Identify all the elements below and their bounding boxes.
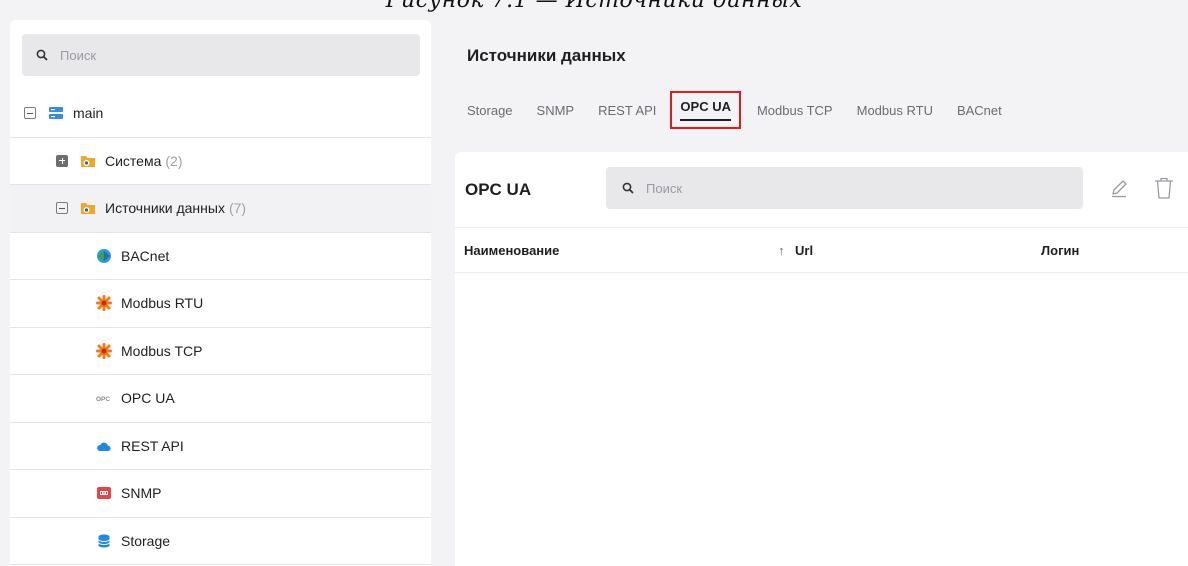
tab-modbus-tcp[interactable]: Modbus TCP bbox=[757, 93, 833, 133]
figure-caption: Рисунок 7.1 — Источники данных bbox=[385, 0, 803, 13]
tab-opc-ua[interactable]: OPC UA bbox=[670, 91, 741, 129]
column-login[interactable]: Логин bbox=[1041, 243, 1079, 258]
column-name[interactable]: Наименование bbox=[464, 243, 559, 258]
tab-bar: Storage SNMP REST API OPC UA Modbus TCP … bbox=[467, 91, 1026, 133]
collapse-toggle[interactable] bbox=[56, 202, 68, 215]
table-header: Наименование ↑ Url Логин bbox=[455, 227, 1188, 273]
tree-label: SNMP bbox=[121, 485, 162, 502]
edit-icon[interactable] bbox=[1109, 178, 1129, 198]
folder-gear-icon bbox=[80, 153, 96, 169]
tree-node-main[interactable]: main bbox=[10, 90, 431, 138]
tree-count: (2) bbox=[165, 152, 183, 169]
tree: main Система (2) Источники данных (7) BA… bbox=[10, 90, 431, 565]
tree-node-opc-ua[interactable]: OPC OPC UA bbox=[10, 375, 431, 423]
tab-storage[interactable]: Storage bbox=[467, 93, 513, 133]
folder-gear-icon bbox=[80, 200, 96, 216]
modbus-icon bbox=[96, 342, 112, 359]
search-placeholder: Поиск bbox=[646, 180, 683, 196]
tree-node-rest-api[interactable]: REST API bbox=[10, 423, 431, 470]
tab-rest-api[interactable]: REST API bbox=[598, 93, 656, 133]
tree-label: Modbus RTU bbox=[121, 295, 204, 312]
sidebar-search-input[interactable]: Поиск bbox=[22, 34, 420, 76]
server-icon bbox=[48, 105, 64, 121]
tree-node-storage[interactable]: Storage bbox=[10, 518, 431, 565]
tree-node-bacnet[interactable]: BACnet bbox=[10, 233, 431, 280]
panel-title: OPC UA bbox=[465, 180, 532, 199]
tree-label: main bbox=[73, 105, 104, 122]
tree-node-modbus-rtu[interactable]: Modbus RTU bbox=[10, 280, 431, 328]
tab-bacnet[interactable]: BACnet bbox=[957, 93, 1002, 133]
tree-label: Storage bbox=[121, 532, 171, 549]
collapse-toggle[interactable] bbox=[24, 107, 36, 120]
tree-node-system[interactable]: Система (2) bbox=[10, 138, 431, 185]
column-url[interactable]: Url bbox=[795, 243, 813, 258]
sidebar: Поиск main Система (2) Источники данных … bbox=[10, 20, 431, 566]
sort-asc-icon[interactable]: ↑ bbox=[778, 243, 785, 258]
tree-label: Modbus TCP bbox=[121, 342, 203, 359]
delete-icon[interactable] bbox=[1153, 176, 1175, 200]
tree-label: Система bbox=[105, 152, 162, 169]
tree-label: BACnet bbox=[121, 247, 170, 264]
tree-label: REST API bbox=[121, 437, 184, 454]
search-icon bbox=[36, 49, 48, 61]
modbus-icon bbox=[96, 295, 112, 312]
tree-label: OPC UA bbox=[121, 390, 175, 407]
network-card-icon bbox=[96, 485, 112, 501]
tab-snmp[interactable]: SNMP bbox=[537, 93, 575, 133]
opc-ua-panel: OPC UA Поиск Наименование ↑ Url Логин bbox=[455, 152, 1188, 566]
search-placeholder: Поиск bbox=[60, 47, 97, 63]
tree-node-snmp[interactable]: SNMP bbox=[10, 470, 431, 518]
search-icon bbox=[622, 182, 634, 194]
opc-icon: OPC bbox=[96, 390, 112, 406]
expand-toggle[interactable] bbox=[56, 154, 68, 167]
panel-search-input[interactable]: Поиск bbox=[606, 167, 1083, 209]
tab-modbus-rtu[interactable]: Modbus RTU bbox=[857, 93, 933, 133]
bacnet-icon bbox=[96, 248, 112, 264]
cloud-icon bbox=[96, 438, 112, 454]
database-icon bbox=[96, 533, 112, 549]
page-title: Источники данных bbox=[467, 46, 626, 65]
tree-count: (7) bbox=[228, 200, 247, 217]
tree-label: Источники данных bbox=[105, 200, 225, 217]
svg-text:OPC: OPC bbox=[96, 396, 110, 403]
tree-node-data-sources[interactable]: Источники данных (7) bbox=[10, 185, 431, 233]
tree-node-modbus-tcp[interactable]: Modbus TCP bbox=[10, 328, 431, 375]
